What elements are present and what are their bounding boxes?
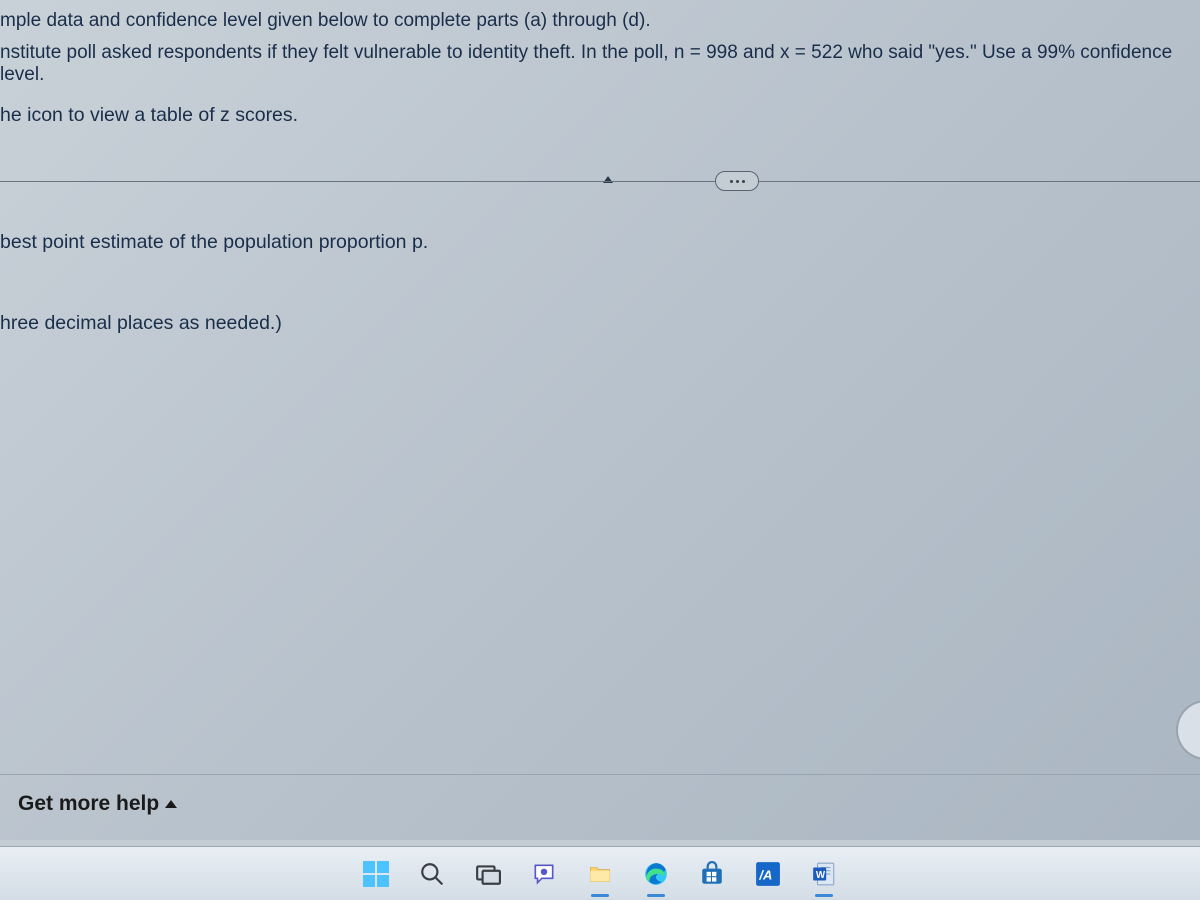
file-explorer-button[interactable] <box>583 857 617 891</box>
svg-text:/A: /A <box>758 867 772 882</box>
start-button[interactable] <box>359 857 393 891</box>
chevron-up-icon <box>165 800 177 808</box>
app-la-icon: /A <box>755 861 781 887</box>
question-panel: mple data and confidence level given bel… <box>0 0 1200 840</box>
right-edge-handle[interactable] <box>1176 700 1200 760</box>
more-options-button[interactable] <box>715 171 759 191</box>
task-view-button[interactable] <box>471 857 505 891</box>
z-score-link-line[interactable]: he icon to view a table of z scores. <box>0 104 1200 135</box>
get-more-help-button[interactable]: Get more help <box>8 774 187 822</box>
instruction-line-1: mple data and confidence level given bel… <box>0 10 1200 42</box>
search-icon <box>419 861 445 887</box>
word-icon: W <box>811 861 837 887</box>
ellipsis-icon <box>730 180 745 183</box>
edge-button[interactable] <box>639 857 673 891</box>
section-divider <box>0 171 1200 193</box>
chat-icon <box>531 861 557 887</box>
windows-taskbar: /A W <box>0 846 1200 900</box>
get-more-help-label: Get more help <box>18 792 159 816</box>
divider-line <box>0 181 1200 182</box>
store-icon <box>699 861 725 887</box>
folder-icon <box>587 861 613 887</box>
svg-text:W: W <box>816 869 826 880</box>
instruction-line-2: nstitute poll asked respondents if they … <box>0 42 1200 100</box>
windows-logo-icon <box>363 861 389 887</box>
app-la-button[interactable]: /A <box>751 857 785 891</box>
chat-button[interactable] <box>527 857 561 891</box>
edge-icon <box>643 861 669 887</box>
word-button[interactable]: W <box>807 857 841 891</box>
search-button[interactable] <box>415 857 449 891</box>
part-a-prompt: best point estimate of the population pr… <box>0 231 1200 254</box>
task-view-icon <box>475 861 501 887</box>
rounding-hint: hree decimal places as needed.) <box>0 312 1200 335</box>
microsoft-store-button[interactable] <box>695 857 729 891</box>
